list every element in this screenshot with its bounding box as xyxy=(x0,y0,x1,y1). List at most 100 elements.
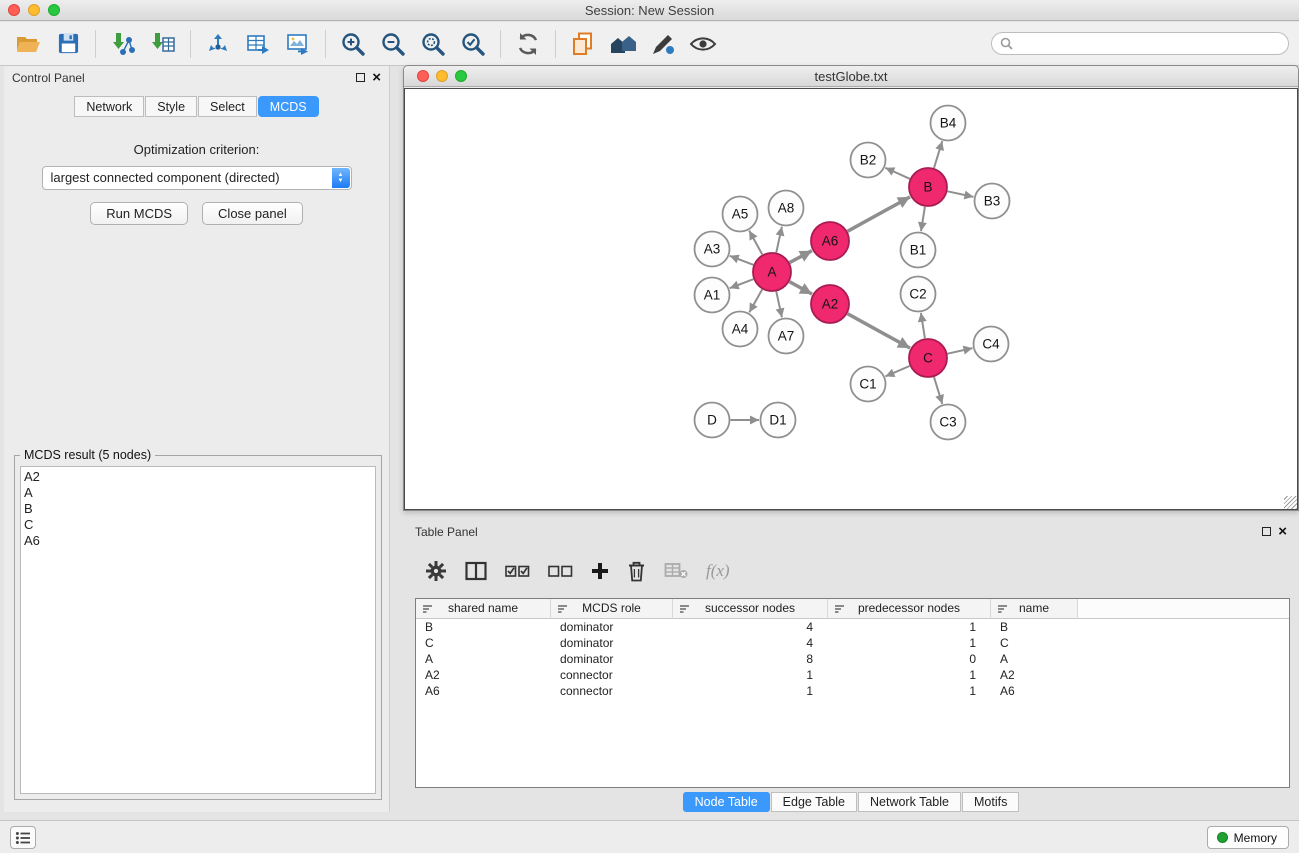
minimize-traffic-light-icon[interactable] xyxy=(28,4,40,16)
refresh-layout-button[interactable] xyxy=(508,26,548,62)
table-row[interactable]: A2connector11A2 xyxy=(416,667,1289,683)
table-cell[interactable]: 1 xyxy=(828,667,991,683)
table-float-panel-icon[interactable] xyxy=(1262,527,1271,536)
open-session-button[interactable] xyxy=(8,26,48,62)
mcds-result-item[interactable]: B xyxy=(24,501,375,517)
table-cell[interactable]: 1 xyxy=(673,667,828,683)
deselect-all-button[interactable] xyxy=(548,556,573,586)
table-cell[interactable]: 8 xyxy=(673,651,828,667)
search-field[interactable] xyxy=(991,32,1289,55)
edge-A6-B[interactable] xyxy=(848,197,911,231)
edge-B-B2[interactable] xyxy=(885,168,910,179)
edge-C-C2[interactable] xyxy=(921,313,925,338)
tab-select[interactable]: Select xyxy=(198,96,257,117)
table-cell[interactable]: 4 xyxy=(673,619,828,635)
table-cell[interactable]: connector xyxy=(551,667,673,683)
edge-A2-C[interactable] xyxy=(848,314,911,348)
zoom-out-button[interactable] xyxy=(373,26,413,62)
table-cell[interactable]: B xyxy=(416,619,551,635)
column-header-name[interactable]: name xyxy=(991,599,1078,619)
edge-A-A6[interactable] xyxy=(790,251,812,263)
paint-style-button[interactable] xyxy=(643,26,683,62)
node-B4[interactable]: B4 xyxy=(931,106,966,141)
window-resize-grip[interactable] xyxy=(1284,496,1297,509)
export-image-button[interactable] xyxy=(278,26,318,62)
table-cell[interactable]: 1 xyxy=(828,683,991,699)
node-B3[interactable]: B3 xyxy=(975,184,1010,219)
column-header-shared-name[interactable]: shared name xyxy=(416,599,551,619)
select-all-button[interactable] xyxy=(505,556,530,586)
criterion-dropdown[interactable]: largest connected component (directed) ▲… xyxy=(42,166,352,190)
edge-A-A3[interactable] xyxy=(730,256,754,265)
table-row[interactable]: Adominator80A xyxy=(416,651,1289,667)
delete-table-button[interactable] xyxy=(664,556,688,586)
node-A4[interactable]: A4 xyxy=(723,312,758,347)
memory-button[interactable]: Memory xyxy=(1207,826,1289,849)
node-D[interactable]: D xyxy=(695,403,730,438)
save-session-button[interactable] xyxy=(48,26,88,62)
node-A7[interactable]: A7 xyxy=(769,319,804,354)
function-builder-button[interactable]: f(x) xyxy=(706,556,730,586)
mcds-result-item[interactable]: A xyxy=(24,485,375,501)
table-cell[interactable]: A2 xyxy=(416,667,551,683)
tab-style[interactable]: Style xyxy=(145,96,197,117)
network-window-titlebar[interactable]: testGlobe.txt xyxy=(404,66,1298,87)
edge-C-C4[interactable] xyxy=(948,348,973,354)
close-panel-x-icon[interactable]: × xyxy=(372,66,381,90)
network-view-window[interactable]: testGlobe.txt B4B2BB3A8A5A6A3B1AA1C2A2A4… xyxy=(403,65,1299,511)
tab-network[interactable]: Network xyxy=(74,96,144,117)
duplicate-network-button[interactable] xyxy=(563,26,603,62)
table-settings-button[interactable] xyxy=(425,556,447,586)
node-table[interactable]: shared nameMCDS rolesuccessor nodesprede… xyxy=(415,598,1290,788)
node-C2[interactable]: C2 xyxy=(901,277,936,312)
task-history-button[interactable] xyxy=(10,826,36,849)
close-panel-button[interactable]: Close panel xyxy=(202,202,303,225)
run-mcds-button[interactable]: Run MCDS xyxy=(90,202,188,225)
tab-mcds[interactable]: MCDS xyxy=(258,96,319,117)
node-A1[interactable]: A1 xyxy=(695,278,730,313)
node-A3[interactable]: A3 xyxy=(695,232,730,267)
table-cell[interactable]: 4 xyxy=(673,635,828,651)
import-network-file-button[interactable] xyxy=(103,26,143,62)
edge-A-A8[interactable] xyxy=(776,227,782,253)
mcds-result-list[interactable]: A2ABCA6 xyxy=(20,466,376,794)
node-C3[interactable]: C3 xyxy=(931,405,966,440)
node-A2[interactable]: A2 xyxy=(811,285,849,323)
tab-network-table[interactable]: Network Table xyxy=(858,792,961,812)
node-A6[interactable]: A6 xyxy=(811,222,849,260)
show-column-button[interactable] xyxy=(465,556,487,586)
table-cell[interactable]: C xyxy=(416,635,551,651)
mcds-result-item[interactable]: A6 xyxy=(24,533,375,549)
node-A5[interactable]: A5 xyxy=(723,197,758,232)
table-close-panel-x-icon[interactable]: × xyxy=(1278,520,1287,544)
table-cell[interactable]: dominator xyxy=(551,635,673,651)
network-minimize-traffic-light-icon[interactable] xyxy=(436,70,448,82)
table-cell[interactable]: 1 xyxy=(828,635,991,651)
node-D1[interactable]: D1 xyxy=(761,403,796,438)
edge-A-A7[interactable] xyxy=(776,292,782,318)
node-C[interactable]: C xyxy=(909,339,947,377)
search-input[interactable] xyxy=(1018,37,1288,51)
zoom-selected-button[interactable] xyxy=(453,26,493,62)
network-canvas[interactable]: B4B2BB3A8A5A6A3B1AA1C2A2A4A7C4CC1DD1C3 xyxy=(404,88,1298,510)
table-cell[interactable]: connector xyxy=(551,683,673,699)
toggle-visibility-button[interactable] xyxy=(683,26,723,62)
mcds-result-item[interactable]: C xyxy=(24,517,375,533)
tab-motifs[interactable]: Motifs xyxy=(962,792,1019,812)
import-table-file-button[interactable] xyxy=(143,26,183,62)
table-cell[interactable]: A6 xyxy=(416,683,551,699)
node-A[interactable]: A xyxy=(753,253,791,291)
table-cell[interactable]: 0 xyxy=(828,651,991,667)
column-header-predecessor-nodes[interactable]: predecessor nodes xyxy=(828,599,991,619)
edge-A-A2[interactable] xyxy=(790,282,813,294)
edge-B-B4[interactable] xyxy=(934,141,942,168)
new-network-button[interactable] xyxy=(198,26,238,62)
tab-node-table[interactable]: Node Table xyxy=(683,792,770,812)
table-cell[interactable]: A6 xyxy=(991,683,1078,699)
mcds-result-item[interactable]: A2 xyxy=(24,469,375,485)
table-cell[interactable]: dominator xyxy=(551,619,673,635)
edge-C-C3[interactable] xyxy=(934,377,942,404)
edge-A-A4[interactable] xyxy=(749,289,762,312)
node-B[interactable]: B xyxy=(909,168,947,206)
table-cell[interactable]: A xyxy=(991,651,1078,667)
